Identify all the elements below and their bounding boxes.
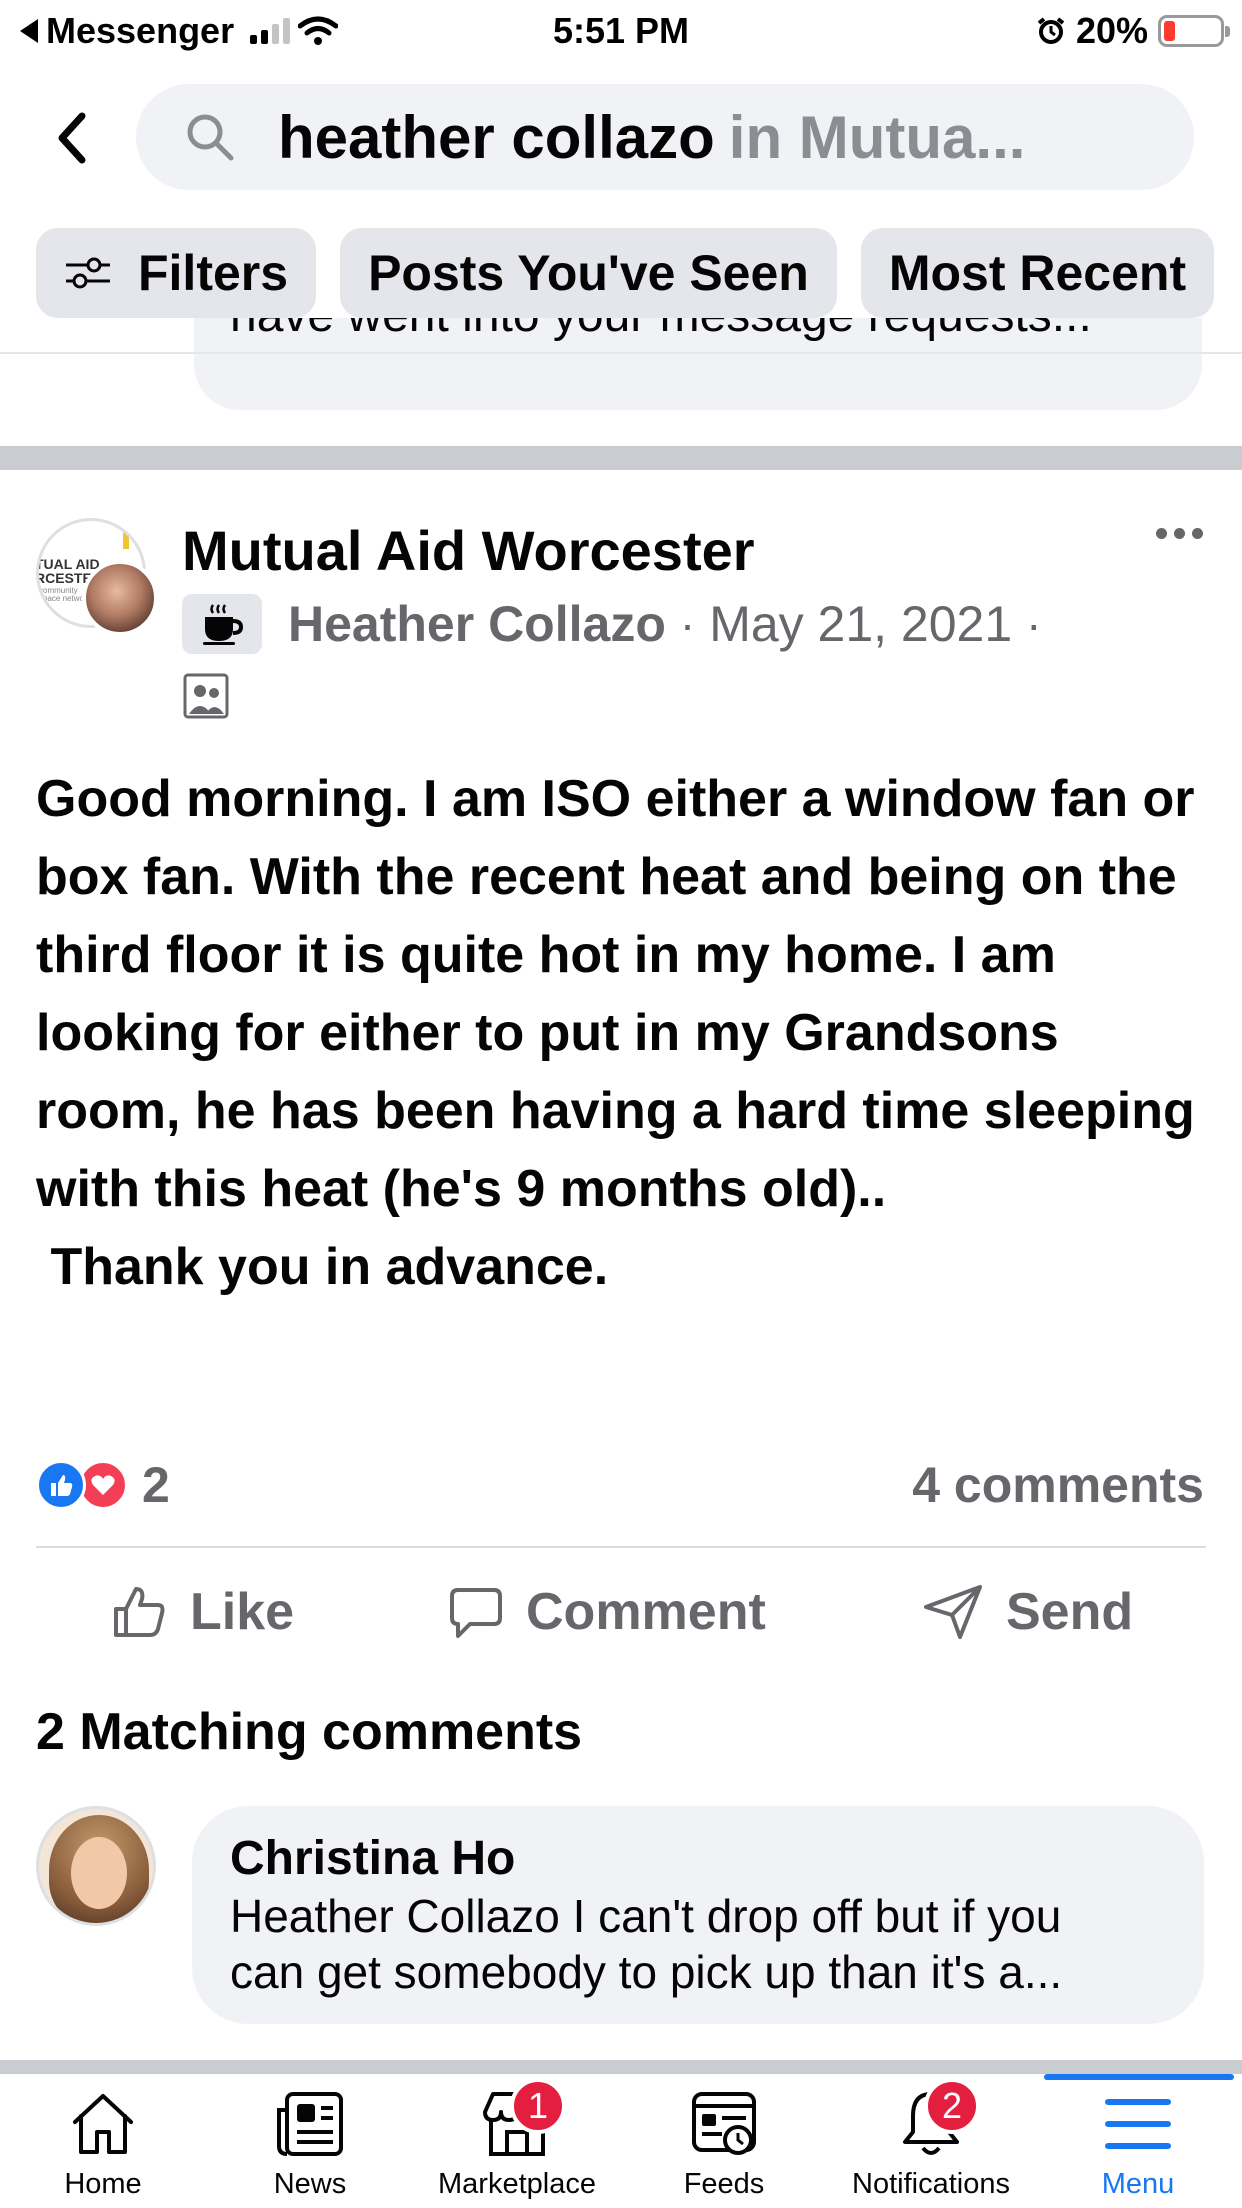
like-reaction-icon — [36, 1460, 86, 1510]
group-members-privacy-icon — [183, 673, 229, 719]
actions-separator — [36, 1546, 1206, 1548]
nav-news[interactable]: News — [207, 2084, 413, 2208]
comment-author[interactable]: Christina Ho — [230, 1830, 1168, 1888]
post-body-text: Good morning. I am ISO either a window f… — [36, 770, 1195, 1296]
active-tab-indicator — [1044, 2074, 1234, 2080]
coffee-cup-icon — [203, 604, 244, 645]
previous-result-snippet[interactable]: have went into your message requests... — [194, 318, 1202, 410]
matching-comments-title: 2 Matching comments — [36, 1703, 583, 1761]
post-body: Good morning. I am ISO either a window f… — [36, 760, 1216, 1306]
post-group-name[interactable]: Mutual Aid Worcester — [182, 518, 755, 583]
nav-marketplace-label: Marketplace — [438, 2168, 596, 2200]
group-logo-accent — [123, 527, 129, 549]
posts-seen-label: Posts You've Seen — [368, 245, 809, 301]
post-author[interactable]: Heather Collazo — [288, 595, 666, 653]
back-chevron-icon[interactable] — [48, 108, 100, 168]
nav-top-divider — [0, 2060, 1242, 2074]
reaction-count: 2 — [142, 1457, 170, 1513]
sliders-icon — [66, 257, 110, 289]
alarm-icon — [1037, 17, 1065, 44]
nav-notifications[interactable]: 2 Notifications — [828, 2078, 1034, 2208]
feeds-icon — [692, 2092, 756, 2155]
posts-seen-chip[interactable]: Posts You've Seen — [340, 228, 837, 318]
nav-feeds[interactable]: Feeds — [621, 2084, 827, 2208]
search-header: heather collazo in Mutua... — [0, 78, 1242, 198]
search-icon — [187, 114, 234, 161]
status-bar: Messenger 5:51 PM 20% — [0, 0, 1242, 62]
header-separator — [0, 352, 1242, 354]
nav-home[interactable]: Home — [0, 2084, 206, 2208]
member-badge[interactable] — [182, 594, 262, 654]
filters-button[interactable]: Filters — [36, 228, 317, 318]
comment-label: Comment — [526, 1583, 766, 1641]
search-input[interactable]: heather collazo in Mutua... — [136, 84, 1194, 190]
like-label: Like — [190, 1583, 295, 1641]
comments-count[interactable]: 4 comments — [912, 1456, 1204, 1514]
notifications-badge: 2 — [924, 2078, 980, 2134]
reactions-summary[interactable]: 2 — [36, 1456, 170, 1514]
post-meta: Heather Collazo · May 21, 2021 · — [182, 594, 1056, 654]
nav-marketplace[interactable]: 1 Marketplace — [414, 2078, 620, 2208]
nav-menu[interactable]: Menu — [1035, 2084, 1241, 2208]
nav-notifications-label: Notifications — [852, 2168, 1010, 2200]
post-date[interactable]: May 21, 2021 — [709, 595, 1012, 653]
search-query: heather collazo — [278, 103, 715, 171]
menu-icon — [1105, 2099, 1171, 2149]
status-right: 20% — [1036, 10, 1230, 52]
send-label: Send — [1006, 1583, 1134, 1641]
battery-percent: 20% — [1075, 10, 1148, 51]
meta-separator-2: · — [1026, 598, 1042, 650]
comment-text: Heather Collazo I can't drop off but if … — [230, 1890, 1063, 1998]
like-button[interactable]: Like — [110, 1572, 294, 1652]
marketplace-badge: 1 — [510, 2078, 566, 2134]
meta-separator-1: · — [679, 598, 696, 650]
filters-label: Filters — [138, 245, 289, 301]
nav-home-label: Home — [64, 2168, 142, 2200]
filter-chips: Filters Posts You've Seen Most Recent — [36, 228, 1215, 318]
previous-snippet-text: have went into your message requests... — [230, 318, 1092, 343]
search-scope: in Mutua... — [728, 103, 1026, 171]
comment-bubble[interactable]: Christina Ho Heather Collazo I can't dro… — [192, 1806, 1204, 2024]
author-avatar[interactable] — [82, 560, 158, 636]
more-options-icon[interactable] — [1156, 528, 1203, 539]
nav-news-label: News — [273, 2168, 347, 2200]
send-icon — [924, 1585, 982, 1639]
home-icon — [73, 2094, 133, 2154]
like-icon — [114, 1587, 165, 1637]
comment-button[interactable]: Comment — [448, 1572, 766, 1652]
news-icon — [277, 2092, 343, 2156]
most-recent-chip[interactable]: Most Recent — [860, 228, 1215, 318]
nav-feeds-label: Feeds — [683, 2168, 765, 2200]
result-divider — [0, 446, 1242, 470]
battery-level — [1164, 21, 1175, 41]
nav-menu-label: Menu — [1101, 2168, 1175, 2200]
battery-icon — [1158, 15, 1230, 47]
comment-icon — [450, 1588, 502, 1638]
most-recent-label: Most Recent — [888, 245, 1187, 301]
commenter-avatar[interactable] — [36, 1806, 156, 1926]
send-button[interactable]: Send — [922, 1572, 1133, 1652]
